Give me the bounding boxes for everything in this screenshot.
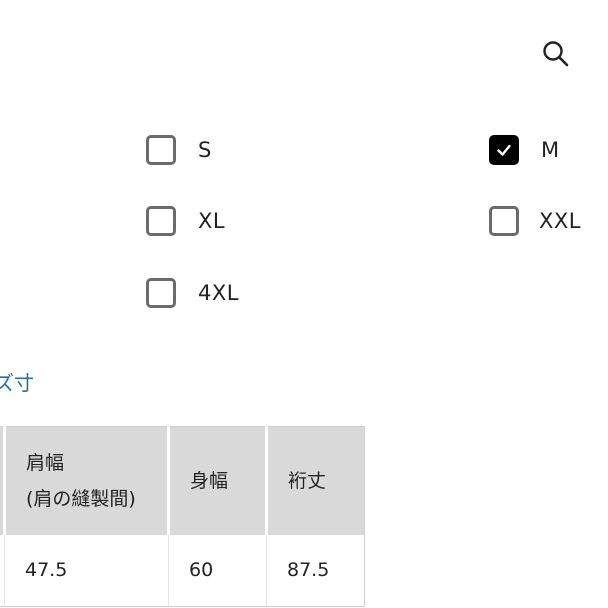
table-row: 47.5 60 87.5: [0, 534, 365, 607]
size-xxl-label: XXL: [539, 209, 581, 233]
size-option-m[interactable]: M: [489, 130, 560, 170]
size-table-header-row: 肩幅 (肩の縫製間) 身幅 裄丈: [0, 426, 365, 535]
body-width-value: 60: [168, 534, 267, 607]
size-chart-link[interactable]: ズ寸: [0, 367, 34, 396]
size-xl-label: XL: [198, 209, 226, 233]
shoulder-width-header-note: (肩の縫製間): [26, 487, 136, 510]
size-table: 肩幅 (肩の縫製間) 身幅 裄丈 47.5 60 87.5: [0, 426, 365, 607]
size-4xl-label: 4XL: [198, 281, 239, 305]
body-width-header: 身幅: [167, 426, 267, 535]
size-option-xxl[interactable]: XXL: [489, 201, 581, 241]
shoulder-width-header: 肩幅 (肩の縫製間): [3, 426, 169, 535]
search-icon: [543, 41, 569, 67]
size-xl-checkbox[interactable]: [146, 206, 176, 236]
sleeve-length-header: 裄丈: [265, 426, 365, 535]
size-s-label: S: [198, 138, 212, 162]
checkmark-icon: [497, 144, 511, 156]
size-xxl-checkbox[interactable]: [489, 206, 519, 236]
product-size-panel: S M XL XXL 4XL ズ寸 肩幅 (肩の縫製間) 身幅 裄丈 47.5 …: [0, 0, 608, 608]
size-m-checkbox[interactable]: [489, 135, 519, 165]
size-option-s[interactable]: S: [146, 130, 212, 170]
shoulder-width-value: 47.5: [4, 534, 169, 607]
shoulder-width-header-title: 肩幅: [26, 451, 65, 474]
size-option-4xl[interactable]: 4XL: [146, 273, 239, 313]
size-s-checkbox[interactable]: [146, 135, 176, 165]
size-option-xl[interactable]: XL: [146, 201, 225, 241]
sleeve-length-value: 87.5: [266, 534, 365, 607]
size-m-label: M: [541, 138, 560, 162]
search-button[interactable]: [538, 36, 574, 72]
size-4xl-checkbox[interactable]: [146, 278, 176, 308]
